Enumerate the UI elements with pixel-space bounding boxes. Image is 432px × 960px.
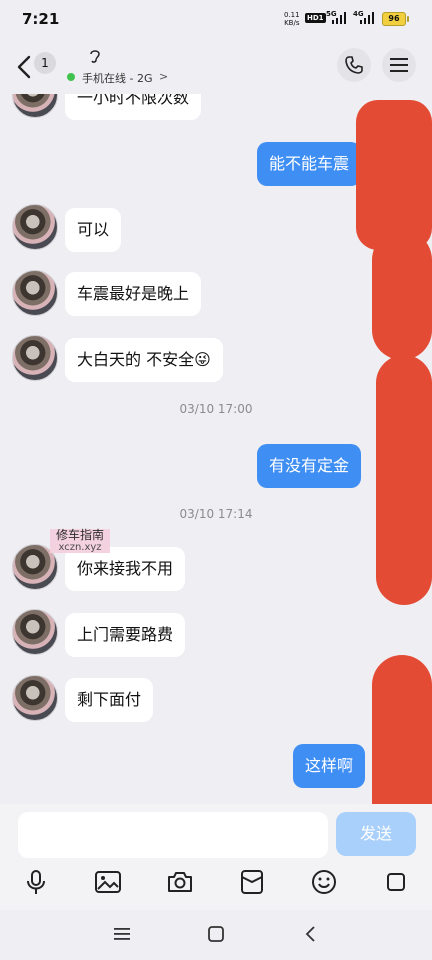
online-status-text[interactable]: 手机在线 - 2G [82, 70, 153, 86]
chat-header: 1 手机在线 - 2G > [0, 38, 432, 94]
redaction-mark [356, 100, 432, 250]
online-status-dot [67, 73, 75, 81]
image-icon[interactable] [92, 866, 124, 898]
more-icon[interactable] [380, 866, 412, 898]
chevron-right-icon[interactable]: > [159, 70, 168, 83]
earpiece-mode-icon [88, 48, 102, 68]
signal-icon-2 [360, 12, 378, 24]
contact-avatar[interactable] [12, 94, 58, 118]
contact-avatar[interactable] [12, 270, 58, 316]
clock: 7:21 [22, 10, 60, 28]
message-bubble-incoming[interactable]: 可以 [65, 208, 122, 252]
message-bubble-incoming[interactable]: 上门需要路费 [65, 613, 186, 657]
camera-icon[interactable] [164, 866, 196, 898]
contact-avatar[interactable] [12, 335, 58, 381]
message-input[interactable] [18, 812, 328, 858]
timestamp: 03/10 17:00 [179, 402, 253, 416]
watermark: 修车指南 xczn.xyz [50, 529, 110, 553]
unread-count-badge[interactable]: 1 [34, 52, 56, 74]
message-bubble-incoming[interactable]: 一小时不限次数 [65, 94, 202, 120]
redaction-mark [376, 355, 432, 605]
network-speed: 0.11 KB/s [284, 11, 300, 27]
status-bar: 7:21 0.11 KB/s HD1 5G 4G 96 [0, 0, 432, 38]
home-icon[interactable] [204, 922, 228, 946]
hd-badge: HD1 [305, 13, 326, 23]
hamburger-menu-icon [390, 58, 408, 72]
timestamp: 03/10 17:14 [179, 507, 253, 521]
contact-avatar[interactable] [12, 609, 58, 655]
message-bubble-outgoing[interactable]: 有没有定金 [257, 444, 362, 488]
mic-icon[interactable] [20, 866, 52, 898]
message-bubble-incoming[interactable]: 剩下面付 [65, 678, 154, 722]
emoji-icon[interactable] [308, 866, 340, 898]
menu-button[interactable] [382, 48, 416, 82]
redaction-mark [372, 230, 432, 360]
message-bubble-incoming[interactable]: 车震最好是晚上 [65, 272, 202, 316]
contact-avatar[interactable] [12, 675, 58, 721]
battery-indicator: 96 [382, 12, 409, 26]
message-bubble-incoming[interactable]: 你来接我不用 [65, 547, 186, 591]
signal-icon [332, 12, 350, 24]
contact-avatar[interactable] [12, 204, 58, 250]
message-bubble-outgoing[interactable]: 这样啊 [293, 744, 366, 788]
message-bubble-incoming[interactable]: 大白天的 不安全😜 [65, 338, 223, 382]
phone-icon [345, 56, 363, 74]
red-packet-icon[interactable] [236, 866, 268, 898]
system-navigation-bar [0, 910, 432, 960]
recent-apps-icon[interactable] [110, 922, 134, 946]
message-bubble-outgoing[interactable]: 能不能车震 [257, 142, 362, 186]
back-nav-icon[interactable] [298, 922, 322, 946]
send-button[interactable]: 发送 [336, 812, 416, 856]
composer-bar: 发送 [0, 804, 432, 910]
phone-call-button[interactable] [337, 48, 371, 82]
